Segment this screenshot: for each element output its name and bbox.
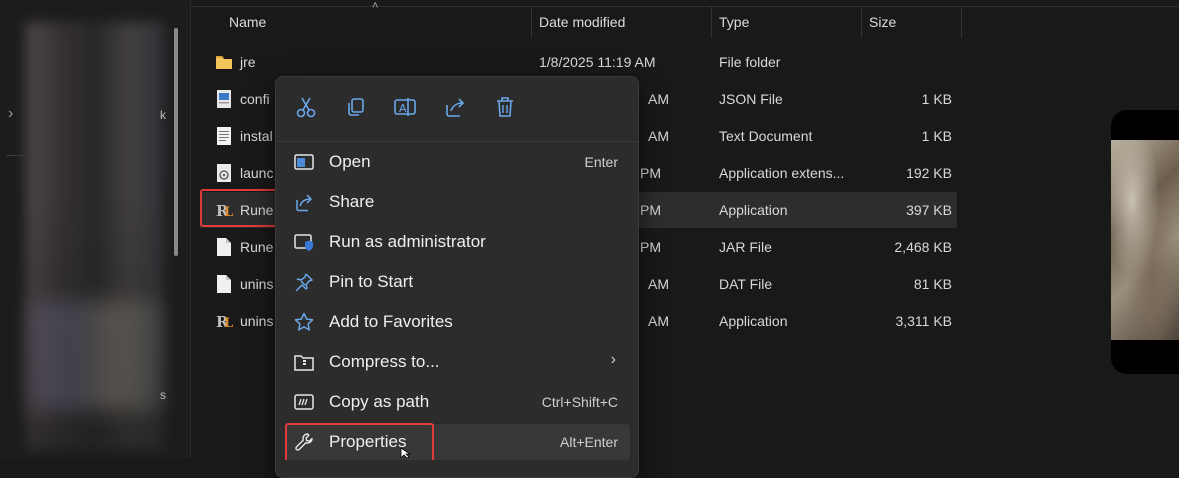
file-name: jre [240, 54, 256, 70]
rename-icon[interactable]: A [391, 93, 419, 121]
copy-icon[interactable] [342, 93, 370, 121]
file-type: Application [719, 313, 788, 329]
annotation-highlight-file [200, 189, 278, 227]
menu-item-shortcut: Alt+Enter [560, 434, 618, 450]
file-name: unins [240, 276, 274, 292]
context-menu[interactable]: A Open Enter Share Run as administrator … [275, 76, 639, 478]
chevron-right-icon: › [610, 351, 616, 368]
menu-item-label: Share [329, 192, 375, 211]
menu-item-label: Copy as path [329, 392, 430, 411]
column-header-type[interactable]: Type [719, 14, 749, 30]
menu-item-copy-as-path[interactable]: Copy as path Ctrl+Shift+C [286, 384, 630, 420]
folder-icon [216, 56, 232, 69]
file-type: Text Document [719, 128, 813, 144]
runelite-app-icon: R L [216, 313, 233, 330]
nav-divider [6, 155, 26, 156]
column-header-name[interactable]: Name [229, 14, 266, 30]
share-icon[interactable] [441, 93, 469, 121]
star-icon [294, 312, 314, 331]
column-separator[interactable] [711, 6, 712, 38]
file-type: JSON File [719, 91, 783, 107]
column-header-date[interactable]: Date modified [539, 14, 625, 30]
file-size: 81 KB [913, 276, 952, 292]
menu-item-open[interactable]: Open Enter [286, 144, 630, 180]
nav-scrollbar[interactable] [174, 28, 178, 256]
copy-path-icon [294, 394, 314, 410]
column-separator[interactable] [961, 6, 962, 38]
menu-item-pin-to-start[interactable]: Pin to Start [286, 264, 630, 300]
nav-partial-text: k [160, 108, 166, 122]
menu-item-label: Pin to Start [329, 272, 414, 291]
delete-icon[interactable] [491, 93, 519, 121]
file-name: instal [240, 128, 273, 144]
text-file-icon [217, 127, 231, 145]
mouse-cursor-icon [400, 448, 412, 458]
file-type: File folder [719, 54, 781, 70]
blank-file-icon [217, 238, 231, 256]
file-date: PM [640, 202, 661, 218]
file-size: 192 KB [906, 165, 952, 181]
menu-item-shortcut: Ctrl+Shift+C [541, 394, 618, 410]
file-type: DAT File [719, 276, 773, 292]
open-app-icon [294, 154, 314, 170]
column-separator[interactable] [861, 6, 862, 38]
zip-folder-icon [294, 355, 314, 371]
column-header-size[interactable]: Size [869, 14, 896, 30]
blank-file-icon [217, 275, 231, 293]
sort-ascending-icon: ˄ [372, 0, 379, 12]
svg-text:A: A [399, 102, 407, 115]
file-date: PM [640, 239, 661, 255]
file-date: 1/8/2025 11:19 AM [539, 54, 656, 70]
menu-item-label: Open [329, 152, 371, 171]
svg-text:L: L [224, 316, 233, 330]
file-row[interactable]: jre 1/8/2025 11:19 AM File folder [200, 44, 957, 80]
cut-icon[interactable] [292, 93, 320, 121]
file-date: PM [640, 165, 661, 181]
menu-item-compress-to[interactable]: Compress to... › [286, 344, 630, 380]
menu-item-label: Compress to... [329, 352, 440, 371]
file-date: AM [648, 276, 669, 292]
menu-item-run-as-admin[interactable]: Run as administrator [286, 224, 630, 260]
file-name: unins [240, 313, 274, 329]
menu-item-share[interactable]: Share [286, 184, 630, 220]
file-size: 1 KB [921, 128, 952, 144]
file-name: launc [240, 165, 274, 181]
file-date: AM [648, 128, 669, 144]
menu-item-label: Add to Favorites [329, 312, 453, 331]
file-date: AM [648, 313, 669, 329]
menu-item-label: Run as administrator [329, 232, 486, 251]
nav-partial-text: s [160, 388, 166, 402]
photo-thumbnail [1111, 140, 1179, 340]
file-type: Application extens... [719, 165, 845, 181]
context-menu-toolbar: A [276, 77, 638, 135]
dll-file-icon [217, 164, 231, 182]
header-top-border [190, 6, 1179, 7]
menu-item-add-to-favorites[interactable]: Add to Favorites [286, 304, 630, 340]
file-type: JAR File [719, 239, 772, 255]
navigation-pane[interactable]: › k s [0, 0, 191, 458]
chevron-right-icon[interactable]: › [8, 105, 13, 123]
file-type: Application [719, 202, 788, 218]
share-icon [296, 194, 313, 212]
pin-icon [295, 273, 313, 292]
menu-divider [276, 141, 638, 142]
column-separator[interactable] [531, 6, 532, 38]
blurred-nav-content-lower [30, 300, 160, 410]
json-file-icon [217, 90, 231, 108]
file-name: Rune [240, 239, 274, 255]
file-size: 397 KB [906, 202, 952, 218]
file-name: confi [240, 91, 270, 107]
file-date: AM [648, 91, 669, 107]
file-size: 1 KB [921, 91, 952, 107]
menu-item-shortcut: Enter [584, 154, 618, 170]
admin-shield-icon [294, 234, 313, 251]
file-size: 3,311 KB [895, 313, 952, 329]
file-size: 2,468 KB [894, 239, 952, 255]
